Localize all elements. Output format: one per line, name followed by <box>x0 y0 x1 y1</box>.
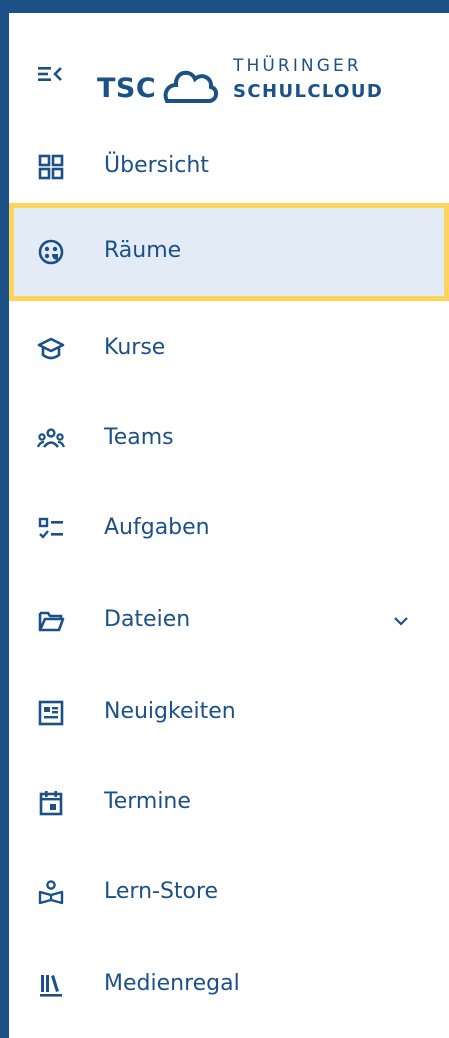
sidebar-item-label: Übersicht <box>104 153 209 178</box>
sidebar-item-label: Aufgaben <box>104 515 210 540</box>
sidebar-item-label: Lern-Store <box>104 879 219 904</box>
sidebar-item-termine[interactable]: Termine <box>9 767 449 839</box>
school-cloud-logo[interactable]: TSC THÜRINGER SCHULCLOUD <box>97 43 397 107</box>
sidebar-item-label: Termine <box>104 789 191 814</box>
sidebar-item-raeume[interactable]: Räume <box>9 216 449 288</box>
logo-line-1: THÜRINGER <box>233 56 362 76</box>
sidebar-item-label: Teams <box>104 425 174 450</box>
account-group-icon <box>37 428 65 448</box>
navigation-sidebar: TSC THÜRINGER SCHULCLOUD Übersicht Räume… <box>9 13 449 1038</box>
sidebar-item-label: Räume <box>104 238 182 263</box>
app-frame: TSC THÜRINGER SCHULCLOUD Übersicht Räume… <box>0 0 449 1038</box>
sidebar-item-label: Neuigkeiten <box>104 699 236 724</box>
menu-collapse-button[interactable] <box>35 59 65 89</box>
task-list-icon <box>38 517 63 539</box>
sidebar-item-dateien[interactable]: Dateien <box>9 585 449 657</box>
sidebar-item-medienregal[interactable]: Medienregal <box>9 949 449 1021</box>
menu-collapse-icon <box>38 67 62 81</box>
cloud-logo-icon <box>163 70 218 103</box>
sidebar-item-label: Medienregal <box>104 971 240 996</box>
newspaper-icon <box>38 700 64 726</box>
sidebar-header: TSC THÜRINGER SCHULCLOUD <box>9 13 449 131</box>
rooms-icon <box>38 239 64 265</box>
sidebar-item-kurse[interactable]: Kurse <box>9 313 449 385</box>
sidebar-item-teams[interactable]: Teams <box>9 403 449 475</box>
logo-abbrev: TSC <box>97 73 157 104</box>
graduation-cap-icon <box>37 337 65 360</box>
learning-store-icon <box>38 880 64 905</box>
sidebar-item-aufgaben[interactable]: Aufgaben <box>9 493 449 565</box>
bookshelf-icon <box>40 975 62 997</box>
sidebar-item-lern-store[interactable]: Lern-Store <box>9 857 449 929</box>
sidebar-item-uebersicht[interactable]: Übersicht <box>9 131 449 203</box>
sidebar-item-neuigkeiten[interactable]: Neuigkeiten <box>9 677 449 749</box>
dashboard-grid-icon <box>38 154 64 180</box>
folder-open-icon <box>38 611 65 632</box>
logo-line-2: SCHULCLOUD <box>233 81 384 102</box>
sidebar-item-label: Kurse <box>104 335 166 360</box>
calendar-icon <box>39 791 63 816</box>
sidebar-item-label: Dateien <box>104 607 191 632</box>
chevron-down-icon[interactable] <box>389 609 413 633</box>
